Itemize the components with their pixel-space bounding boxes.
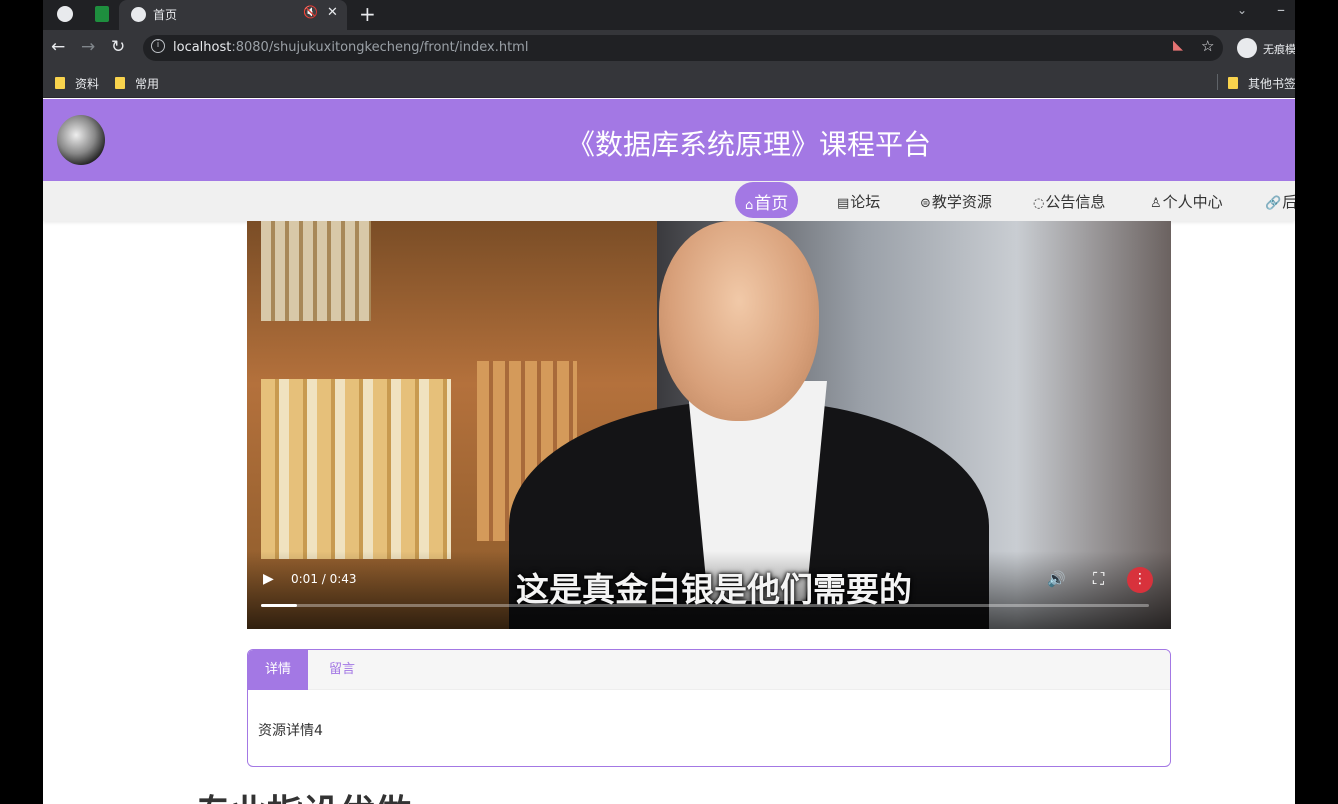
tab-details[interactable]: 详情 (248, 650, 308, 690)
folder-icon (1228, 77, 1238, 89)
tab-title: 首页 (153, 8, 178, 22)
other-bookmarks[interactable]: 其他书签 (1228, 75, 1295, 92)
extension-icon[interactable]: ◣ (1173, 38, 1183, 53)
folder-icon (55, 77, 65, 89)
browser-toolbar: ← → ↻ i localhost:8080/shujukuxitongkech… (43, 30, 1295, 66)
nav-item-notices[interactable]: ◌公告信息 (1033, 191, 1105, 212)
nav-item-profile[interactable]: ♙个人中心 (1150, 191, 1223, 212)
link-icon: 🔗 (1265, 196, 1282, 211)
bookmarks-bar: 资料 常用 其他书签 (43, 66, 1295, 98)
tab-comments[interactable]: 留言 (312, 650, 372, 690)
url-text: localhost:8080/shujukuxitongkecheng/fron… (173, 40, 529, 55)
browser-tab-active[interactable]: 首页 🔇 ✕ (119, 0, 347, 30)
resource-icon: ⊜ (920, 196, 931, 211)
video-progress-bar[interactable] (261, 604, 1149, 607)
tab-content: 资源详情4 (258, 723, 323, 739)
pinned-tab-sheets-icon[interactable] (95, 6, 109, 22)
video-frame-books (261, 379, 451, 559)
site-title: 《数据库系统原理》课程平台 (566, 128, 931, 161)
folder-icon (115, 77, 125, 89)
main-nav: ⌂首页 ▤论坛 ⊜教学资源 ◌公告信息 ♙个人中心 🔗后 (43, 181, 1295, 221)
video-frame-speaker-head (659, 221, 819, 421)
site-header: 《数据库系统原理》课程平台 (43, 99, 1295, 181)
fullscreen-icon[interactable]: ⛶ (1093, 569, 1104, 589)
nav-item-home[interactable]: ⌂首页 (735, 182, 799, 218)
reload-button[interactable]: ↻ (111, 37, 125, 57)
close-tab-icon[interactable]: ✕ (327, 5, 338, 20)
browser-window: 首页 🔇 ✕ + ⌄ – ← → ↻ i localhost:8080/shuj… (43, 0, 1295, 804)
video-time: 0:01 / 0:43 (291, 572, 357, 586)
video-frame-books (261, 221, 371, 321)
nav-item-admin[interactable]: 🔗后 (1265, 191, 1295, 212)
back-button[interactable]: ← (51, 37, 65, 57)
forward-button[interactable]: → (81, 37, 95, 57)
bookmark-star-icon[interactable]: ☆ (1201, 37, 1214, 55)
video-progress-fill (261, 604, 297, 607)
more-options-icon[interactable]: ⋮ (1127, 567, 1153, 593)
bookmark-separator (1217, 74, 1218, 90)
play-button[interactable]: ▶ (263, 571, 274, 587)
nav-item-forum[interactable]: ▤论坛 (837, 191, 880, 212)
mute-icon[interactable]: 🔇 (303, 5, 318, 19)
globe-icon (131, 7, 146, 22)
forum-icon: ▤ (837, 196, 850, 211)
home-icon: ⌂ (745, 198, 754, 213)
video-player[interactable]: 这是真金白银是他们需要的 ▶ 0:01 / 0:43 🔊 ⛶ ⋮ (247, 221, 1171, 629)
volume-icon[interactable]: 🔊 (1047, 570, 1066, 588)
notice-icon: ◌ (1033, 196, 1045, 211)
browser-tab-strip: 首页 🔇 ✕ + ⌄ – (43, 0, 1295, 30)
address-bar[interactable]: i localhost:8080/shujukuxitongkecheng/fr… (143, 35, 1223, 61)
site-info-icon[interactable]: i (151, 39, 165, 53)
user-icon: ♙ (1150, 196, 1162, 211)
nav-item-resources[interactable]: ⊜教学资源 (920, 191, 992, 212)
pinned-tab-globe-icon[interactable] (57, 6, 73, 22)
new-tab-button[interactable]: + (359, 2, 376, 26)
bookmark-folder-1[interactable]: 资料 (55, 75, 99, 92)
section-heading: 专业指设优做 (195, 784, 411, 804)
tab-search-icon[interactable]: ⌄ (1237, 3, 1247, 17)
incognito-avatar-icon[interactable] (1237, 38, 1257, 58)
tab-header: 详情 留言 (248, 650, 1170, 690)
profile-label[interactable]: 无痕模式 (1263, 41, 1295, 57)
minimize-icon[interactable]: – (1277, 0, 1285, 19)
detail-tabs-panel: 详情 留言 资源详情4 (247, 649, 1171, 767)
bookmark-folder-2[interactable]: 常用 (115, 75, 159, 92)
